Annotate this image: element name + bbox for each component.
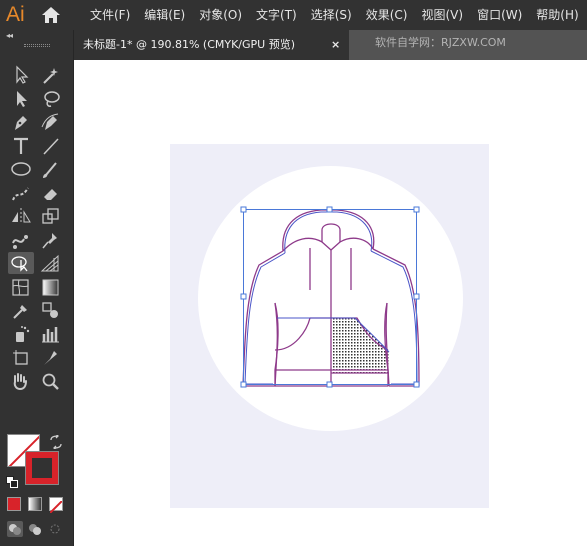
draw-mode-icons[interactable]: [6, 520, 64, 538]
gradient-mode-button[interactable]: [28, 497, 42, 511]
paintbrush-tool-icon[interactable]: [38, 158, 64, 180]
perspective-grid-tool-icon[interactable]: [38, 252, 64, 274]
menu-item[interactable]: 编辑(E): [137, 0, 192, 30]
none-slash-icon: [49, 500, 63, 514]
eyedropper-tool-icon[interactable]: [8, 299, 34, 321]
color-mode-button[interactable]: [7, 497, 21, 511]
canvas[interactable]: [75, 60, 587, 546]
direct-selection-tool-icon[interactable]: [8, 88, 34, 110]
pin-tool-icon[interactable]: [38, 229, 64, 251]
handle-top-right[interactable]: [413, 206, 420, 213]
tools-panel: ◂◂: [0, 30, 74, 546]
app-logo: Ai: [6, 3, 25, 26]
hoodie-outline[interactable]: [242, 209, 420, 387]
document-tab[interactable]: 未标题-1* @ 190.81% (CMYK/GPU 预览) ×: [74, 30, 349, 60]
collapse-panel-icon[interactable]: ◂◂: [6, 31, 13, 40]
reflect-tool-icon[interactable]: [8, 205, 34, 227]
menu-item[interactable]: 效果(C): [359, 0, 415, 30]
lasso-tool-icon[interactable]: [38, 88, 64, 110]
none-mode-button[interactable]: [49, 497, 63, 514]
document-tab-bar: 未标题-1* @ 190.81% (CMYK/GPU 预览) × 软件自学网：R…: [74, 30, 587, 60]
handle-bottom-right[interactable]: [413, 381, 420, 388]
menu-item[interactable]: 视图(V): [414, 0, 470, 30]
shaper-tool-icon[interactable]: [8, 182, 34, 204]
handle-middle-left[interactable]: [240, 293, 247, 300]
panel-grip[interactable]: [24, 44, 50, 47]
handle-bottom-left[interactable]: [240, 381, 247, 388]
selection-handles[interactable]: [240, 206, 420, 388]
menu-bar: Ai 文件(F) 编辑(E) 对象(O) 文字(T) 选择(S) 效果(C) 视图(V) 窗口…: [0, 0, 587, 30]
hand-tool-icon[interactable]: [8, 370, 34, 392]
menu-item[interactable]: 文字(T): [249, 0, 304, 30]
scale-tool-icon[interactable]: [38, 205, 64, 227]
document-tab-label: 未标题-1* @ 190.81% (CMYK/GPU 预览): [83, 38, 295, 51]
menu-item[interactable]: 文件(F): [83, 0, 137, 30]
blend-tool-icon[interactable]: [38, 299, 64, 321]
menu-item[interactable]: 窗口(W): [470, 0, 529, 30]
line-tool-icon[interactable]: [38, 135, 64, 157]
handle-top-center[interactable]: [326, 206, 333, 213]
hoodie-artwork[interactable]: [75, 60, 587, 546]
mesh-tool-icon[interactable]: [8, 276, 34, 298]
selection-tool-icon[interactable]: [8, 64, 34, 86]
artboard-tool-icon[interactable]: [8, 346, 34, 368]
type-tool-icon[interactable]: [8, 135, 34, 157]
home-icon[interactable]: [41, 6, 61, 24]
ellipse-tool-icon[interactable]: [8, 158, 34, 180]
handle-top-left[interactable]: [240, 206, 247, 213]
handle-middle-right[interactable]: [413, 293, 420, 300]
symbol-sprayer-tool-icon[interactable]: [8, 323, 34, 345]
selection-bounding-box[interactable]: [243, 209, 417, 385]
watermark: 软件自学网：RJZXW.COM: [375, 36, 506, 49]
zoom-tool-icon[interactable]: [38, 370, 64, 392]
menu-item[interactable]: 对象(O): [192, 0, 249, 30]
puppet-warp-tool-icon[interactable]: [8, 229, 34, 251]
handle-bottom-center[interactable]: [326, 381, 333, 388]
magic-wand-tool-icon[interactable]: [38, 64, 64, 86]
swap-fill-stroke-icon[interactable]: [49, 435, 63, 449]
slice-tool-icon[interactable]: [38, 346, 64, 368]
menu-item[interactable]: 选择(S): [304, 0, 359, 30]
stroke-swatch[interactable]: [25, 451, 59, 485]
gradient-tool-icon[interactable]: [38, 276, 64, 298]
close-tab-icon[interactable]: ×: [331, 30, 340, 60]
default-fill-stroke-icon[interactable]: [6, 476, 18, 488]
curvature-tool-icon[interactable]: [38, 111, 64, 133]
shape-builder-tool-icon[interactable]: [8, 252, 34, 274]
column-graph-tool-icon[interactable]: [38, 323, 64, 345]
menu-item[interactable]: 帮助(H): [529, 0, 585, 30]
eraser-tool-icon[interactable]: [38, 182, 64, 204]
pen-tool-icon[interactable]: [8, 111, 34, 133]
menu-items: 文件(F) 编辑(E) 对象(O) 文字(T) 选择(S) 效果(C) 视图(V) 窗口(W)…: [83, 0, 586, 30]
